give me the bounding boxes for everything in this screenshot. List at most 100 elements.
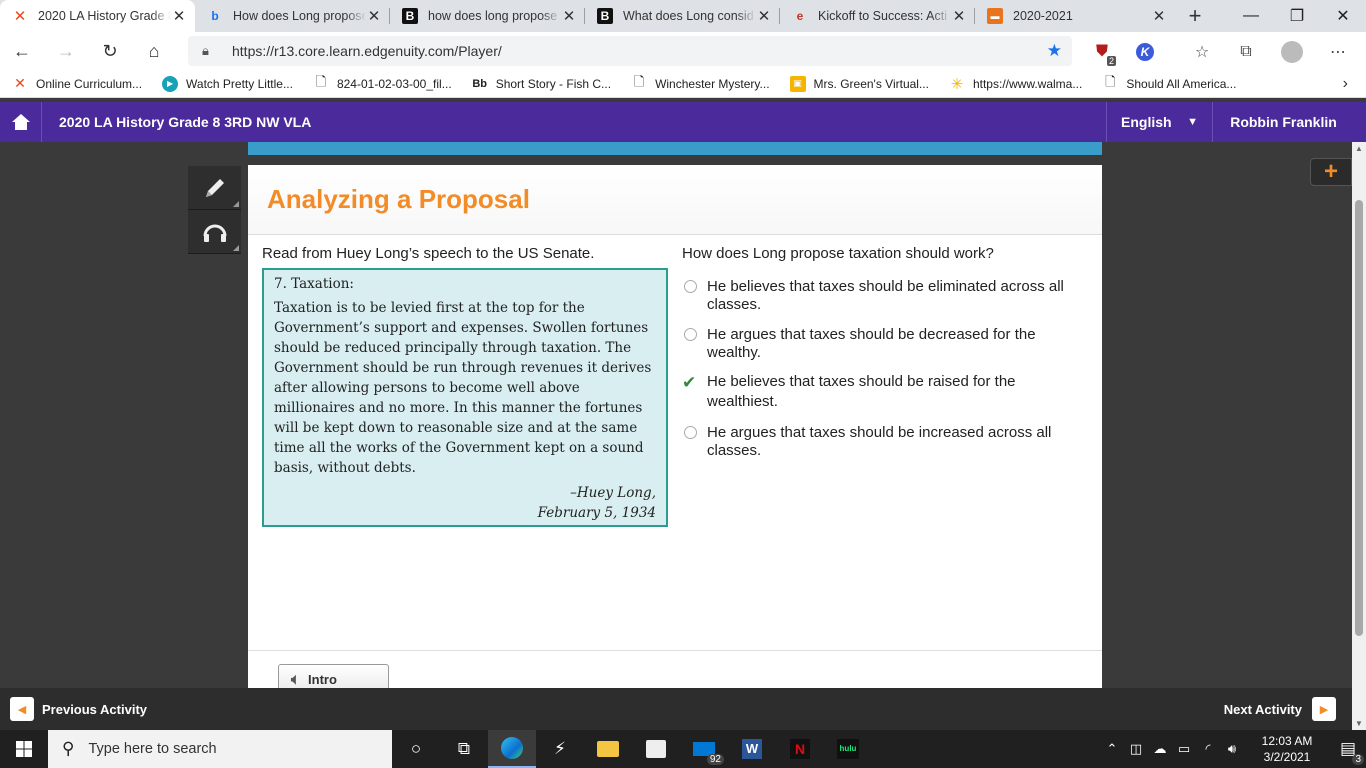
user-menu[interactable]: Robbin Franklin <box>1212 102 1354 142</box>
edgenuity-icon: ✕ <box>14 75 26 91</box>
close-tab-icon[interactable]: ✕ <box>561 7 577 25</box>
radio-button[interactable] <box>684 426 697 439</box>
favorite-item[interactable]: ✕ Online Curriculum... <box>12 75 142 92</box>
previous-activity-button[interactable]: ◀ Previous Activity <box>10 697 147 721</box>
checkmark-icon: ✔ <box>682 373 697 392</box>
browser-tab-2[interactable]: b How does Long propose ✕ <box>195 0 390 32</box>
refresh-icon[interactable]: ↻ <box>88 32 132 70</box>
answer-option-1[interactable]: He believes that taxes should be elimina… <box>682 278 1082 314</box>
volume-icon[interactable]: 🔊︎ <box>1220 741 1244 757</box>
radio-button[interactable] <box>684 280 697 293</box>
chevron-up-icon[interactable]: ⌃ <box>1100 741 1124 757</box>
start-button[interactable] <box>0 730 48 768</box>
close-tab-icon[interactable]: ✕ <box>366 7 382 25</box>
cortana-icon[interactable]: ○ <box>392 730 440 768</box>
favorite-star-icon[interactable]: ★ <box>1047 41 1062 61</box>
favorites-icon[interactable]: ☆ <box>1190 40 1214 64</box>
favorite-item[interactable]: ✳ https://www.walma... <box>949 75 1083 93</box>
address-bar: ← → ↻ ⌂ 🔒︎ https://r13.core.learn.edgenu… <box>0 32 1366 70</box>
store-icon[interactable] <box>632 730 680 768</box>
browser-tab-3[interactable]: B how does long propose ✕ <box>390 0 585 32</box>
edge-taskbar-icon[interactable] <box>488 730 536 768</box>
settings-more-icon[interactable]: ⋯ <box>1326 40 1350 64</box>
browser-tab-6[interactable]: ▬ 2020-2021 ✕ <box>975 0 1175 32</box>
file-explorer-icon[interactable] <box>584 730 632 768</box>
favorite-item[interactable]: 🗋 824-01-02-03-00_fil... <box>313 74 452 92</box>
radio-button[interactable] <box>684 328 697 341</box>
brainly-icon: B <box>597 8 613 24</box>
intro-button[interactable]: 🔈︎ Intro <box>278 664 389 688</box>
k-extension-icon[interactable]: K <box>1133 40 1157 64</box>
windows-icon <box>16 741 32 757</box>
scroll-up-icon[interactable]: ▲ <box>1352 144 1366 153</box>
collections-icon[interactable]: ⧉ <box>1234 40 1258 64</box>
url-input[interactable]: 🔒︎ https://r13.core.learn.edgenuity.com/… <box>188 36 1072 66</box>
close-window-icon[interactable]: ✕ <box>1320 0 1366 32</box>
taskbar: ⚲ Type here to search ○ ⧉ ⚡ 92 W N hulu … <box>0 730 1366 768</box>
expand-plus-button[interactable]: + <box>1310 158 1352 186</box>
favorite-item[interactable]: 🗋 Winchester Mystery... <box>631 74 770 92</box>
meet-now-icon[interactable]: ◫ <box>1124 741 1148 757</box>
battery-icon[interactable]: ▭ <box>1172 741 1196 757</box>
browser-tab-1[interactable]: ✕ 2020 LA History Grade 8 ✕ <box>0 0 195 32</box>
schoology-icon: ▬ <box>987 8 1003 24</box>
answer-option-2[interactable]: He argues that taxes should be decreased… <box>682 326 1082 362</box>
next-activity-button[interactable]: Next Activity ▶ <box>1224 697 1336 721</box>
answer-option-3[interactable]: ✔ He believes that taxes should be raise… <box>682 372 1082 412</box>
language-select[interactable]: English ▼ <box>1106 102 1212 142</box>
scroll-down-icon[interactable]: ▼ <box>1352 719 1366 728</box>
divider <box>248 650 1102 651</box>
favorite-item[interactable]: 🗋 Should All America... <box>1102 73 1236 92</box>
answer-option-4[interactable]: He argues that taxes should be increased… <box>682 424 1082 460</box>
task-view-icon[interactable]: ⧉ <box>440 730 488 768</box>
chevron-right-icon[interactable]: › <box>1343 75 1348 93</box>
audio-tool-button[interactable] <box>188 210 241 254</box>
window-controls: — ❐ ✕ <box>1228 0 1366 32</box>
search-icon: ⚲ <box>62 739 75 758</box>
profile-avatar-icon[interactable] <box>1280 40 1304 64</box>
question-text: How does Long propose taxation should wo… <box>682 245 994 262</box>
favorite-item[interactable]: ▶ Watch Pretty Little... <box>162 75 293 92</box>
tab-title: How does Long propose <box>233 9 366 23</box>
edgenuity-icon: ✕ <box>13 8 27 25</box>
word-icon[interactable]: W <box>728 730 776 768</box>
new-tab-button[interactable]: + <box>1175 0 1215 32</box>
pencil-tool-button[interactable] <box>188 166 241 210</box>
mail-icon[interactable]: 92 <box>680 730 728 768</box>
close-tab-icon[interactable]: ✕ <box>756 7 772 25</box>
page-scrollbar[interactable]: ▲ ▼ <box>1352 142 1366 730</box>
minimize-icon[interactable]: — <box>1228 0 1274 32</box>
passage-text: Taxation is to be levied first at the to… <box>274 300 652 476</box>
taskbar-search-input[interactable]: ⚲ Type here to search <box>48 730 392 768</box>
extension-shield-icon[interactable]: ⛊ 2 <box>1090 40 1116 66</box>
browser-tab-5[interactable]: e Kickoff to Success: Acti ✕ <box>780 0 975 32</box>
onedrive-icon[interactable]: ☁ <box>1148 741 1172 757</box>
activity-player: + Analyzing a Proposal Read from Huey Lo… <box>0 142 1352 688</box>
edge-page-icon: e <box>796 9 804 23</box>
home-button[interactable] <box>0 102 42 142</box>
back-icon[interactable]: ← <box>0 32 44 70</box>
play-icon: ▶ <box>162 75 179 92</box>
hulu-icon[interactable]: hulu <box>824 730 872 768</box>
close-tab-icon[interactable]: ✕ <box>1151 7 1167 25</box>
netflix-icon[interactable]: N <box>776 730 824 768</box>
favorite-item[interactable]: ▣ Mrs. Green's Virtual... <box>789 75 929 92</box>
walmart-icon: ✳ <box>950 75 964 93</box>
clock[interactable]: 12:03 AM 3/2/2021 <box>1250 733 1324 765</box>
home-icon[interactable]: ⌂ <box>132 32 176 70</box>
close-tab-icon[interactable]: ✕ <box>951 7 967 25</box>
browser-tab-4[interactable]: B What does Long consid ✕ <box>585 0 780 32</box>
favorite-item[interactable]: Bb Short Story - Fish C... <box>472 76 611 92</box>
restore-icon[interactable]: ❐ <box>1274 0 1320 32</box>
wifi-icon[interactable]: ◜ <box>1196 741 1220 757</box>
tab-strip: ✕ 2020 LA History Grade 8 ✕ b How does L… <box>0 0 1366 32</box>
page-icon: 🗋 <box>1105 73 1116 89</box>
notification-badge: 3 <box>1352 754 1364 765</box>
close-tab-icon[interactable]: ✕ <box>171 7 187 25</box>
favorites-bar: ✕ Online Curriculum... ▶ Watch Pretty Litt… <box>0 70 1366 98</box>
scrollbar-thumb[interactable] <box>1355 200 1363 636</box>
lightning-app-icon[interactable]: ⚡ <box>536 730 584 768</box>
forward-icon[interactable]: → <box>44 32 88 70</box>
notification-icon[interactable]: ▤ 3 <box>1330 730 1366 768</box>
lock-icon[interactable]: 🔒︎ <box>202 43 218 59</box>
